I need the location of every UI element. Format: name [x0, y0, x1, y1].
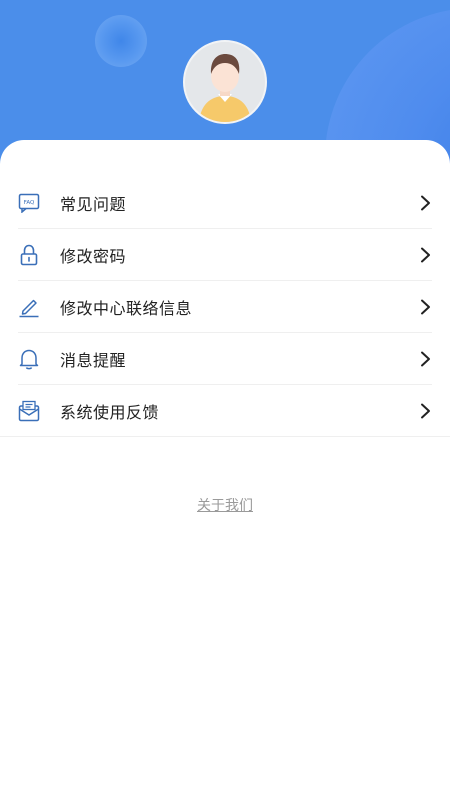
menu-item-faq[interactable]: FAQ 常见问题	[18, 177, 432, 229]
menu-item-feedback[interactable]: 系统使用反馈	[0, 385, 450, 437]
menu-item-label: 常见问题	[60, 194, 127, 214]
user-avatar-icon	[199, 54, 251, 122]
pencil-icon	[18, 296, 40, 318]
chevron-right-icon	[421, 299, 430, 314]
menu-item-label: 修改中心联络信息	[60, 298, 193, 318]
mail-icon	[18, 400, 40, 422]
avatar[interactable]	[183, 40, 267, 124]
chevron-right-icon	[421, 247, 430, 262]
settings-menu: FAQ 常见问题 修改密码 修改中心联络信息 消息提醒 系统使用反馈	[0, 177, 450, 437]
chevron-right-icon	[421, 351, 430, 366]
faq-icon: FAQ	[18, 192, 40, 214]
svg-text:FAQ: FAQ	[24, 200, 35, 206]
chevron-right-icon	[421, 195, 430, 210]
decorative-bubble	[95, 15, 147, 67]
menu-item-notifications[interactable]: 消息提醒	[18, 333, 432, 385]
menu-item-change-password[interactable]: 修改密码	[18, 229, 432, 281]
bell-icon	[18, 348, 40, 370]
about-us-link[interactable]: 关于我们	[0, 495, 450, 515]
menu-item-label: 消息提醒	[60, 350, 127, 370]
menu-item-label: 系统使用反馈	[60, 402, 160, 422]
chevron-right-icon	[421, 403, 430, 418]
lock-icon	[18, 244, 40, 266]
menu-item-edit-contact[interactable]: 修改中心联络信息	[18, 281, 432, 333]
menu-item-label: 修改密码	[60, 246, 127, 266]
